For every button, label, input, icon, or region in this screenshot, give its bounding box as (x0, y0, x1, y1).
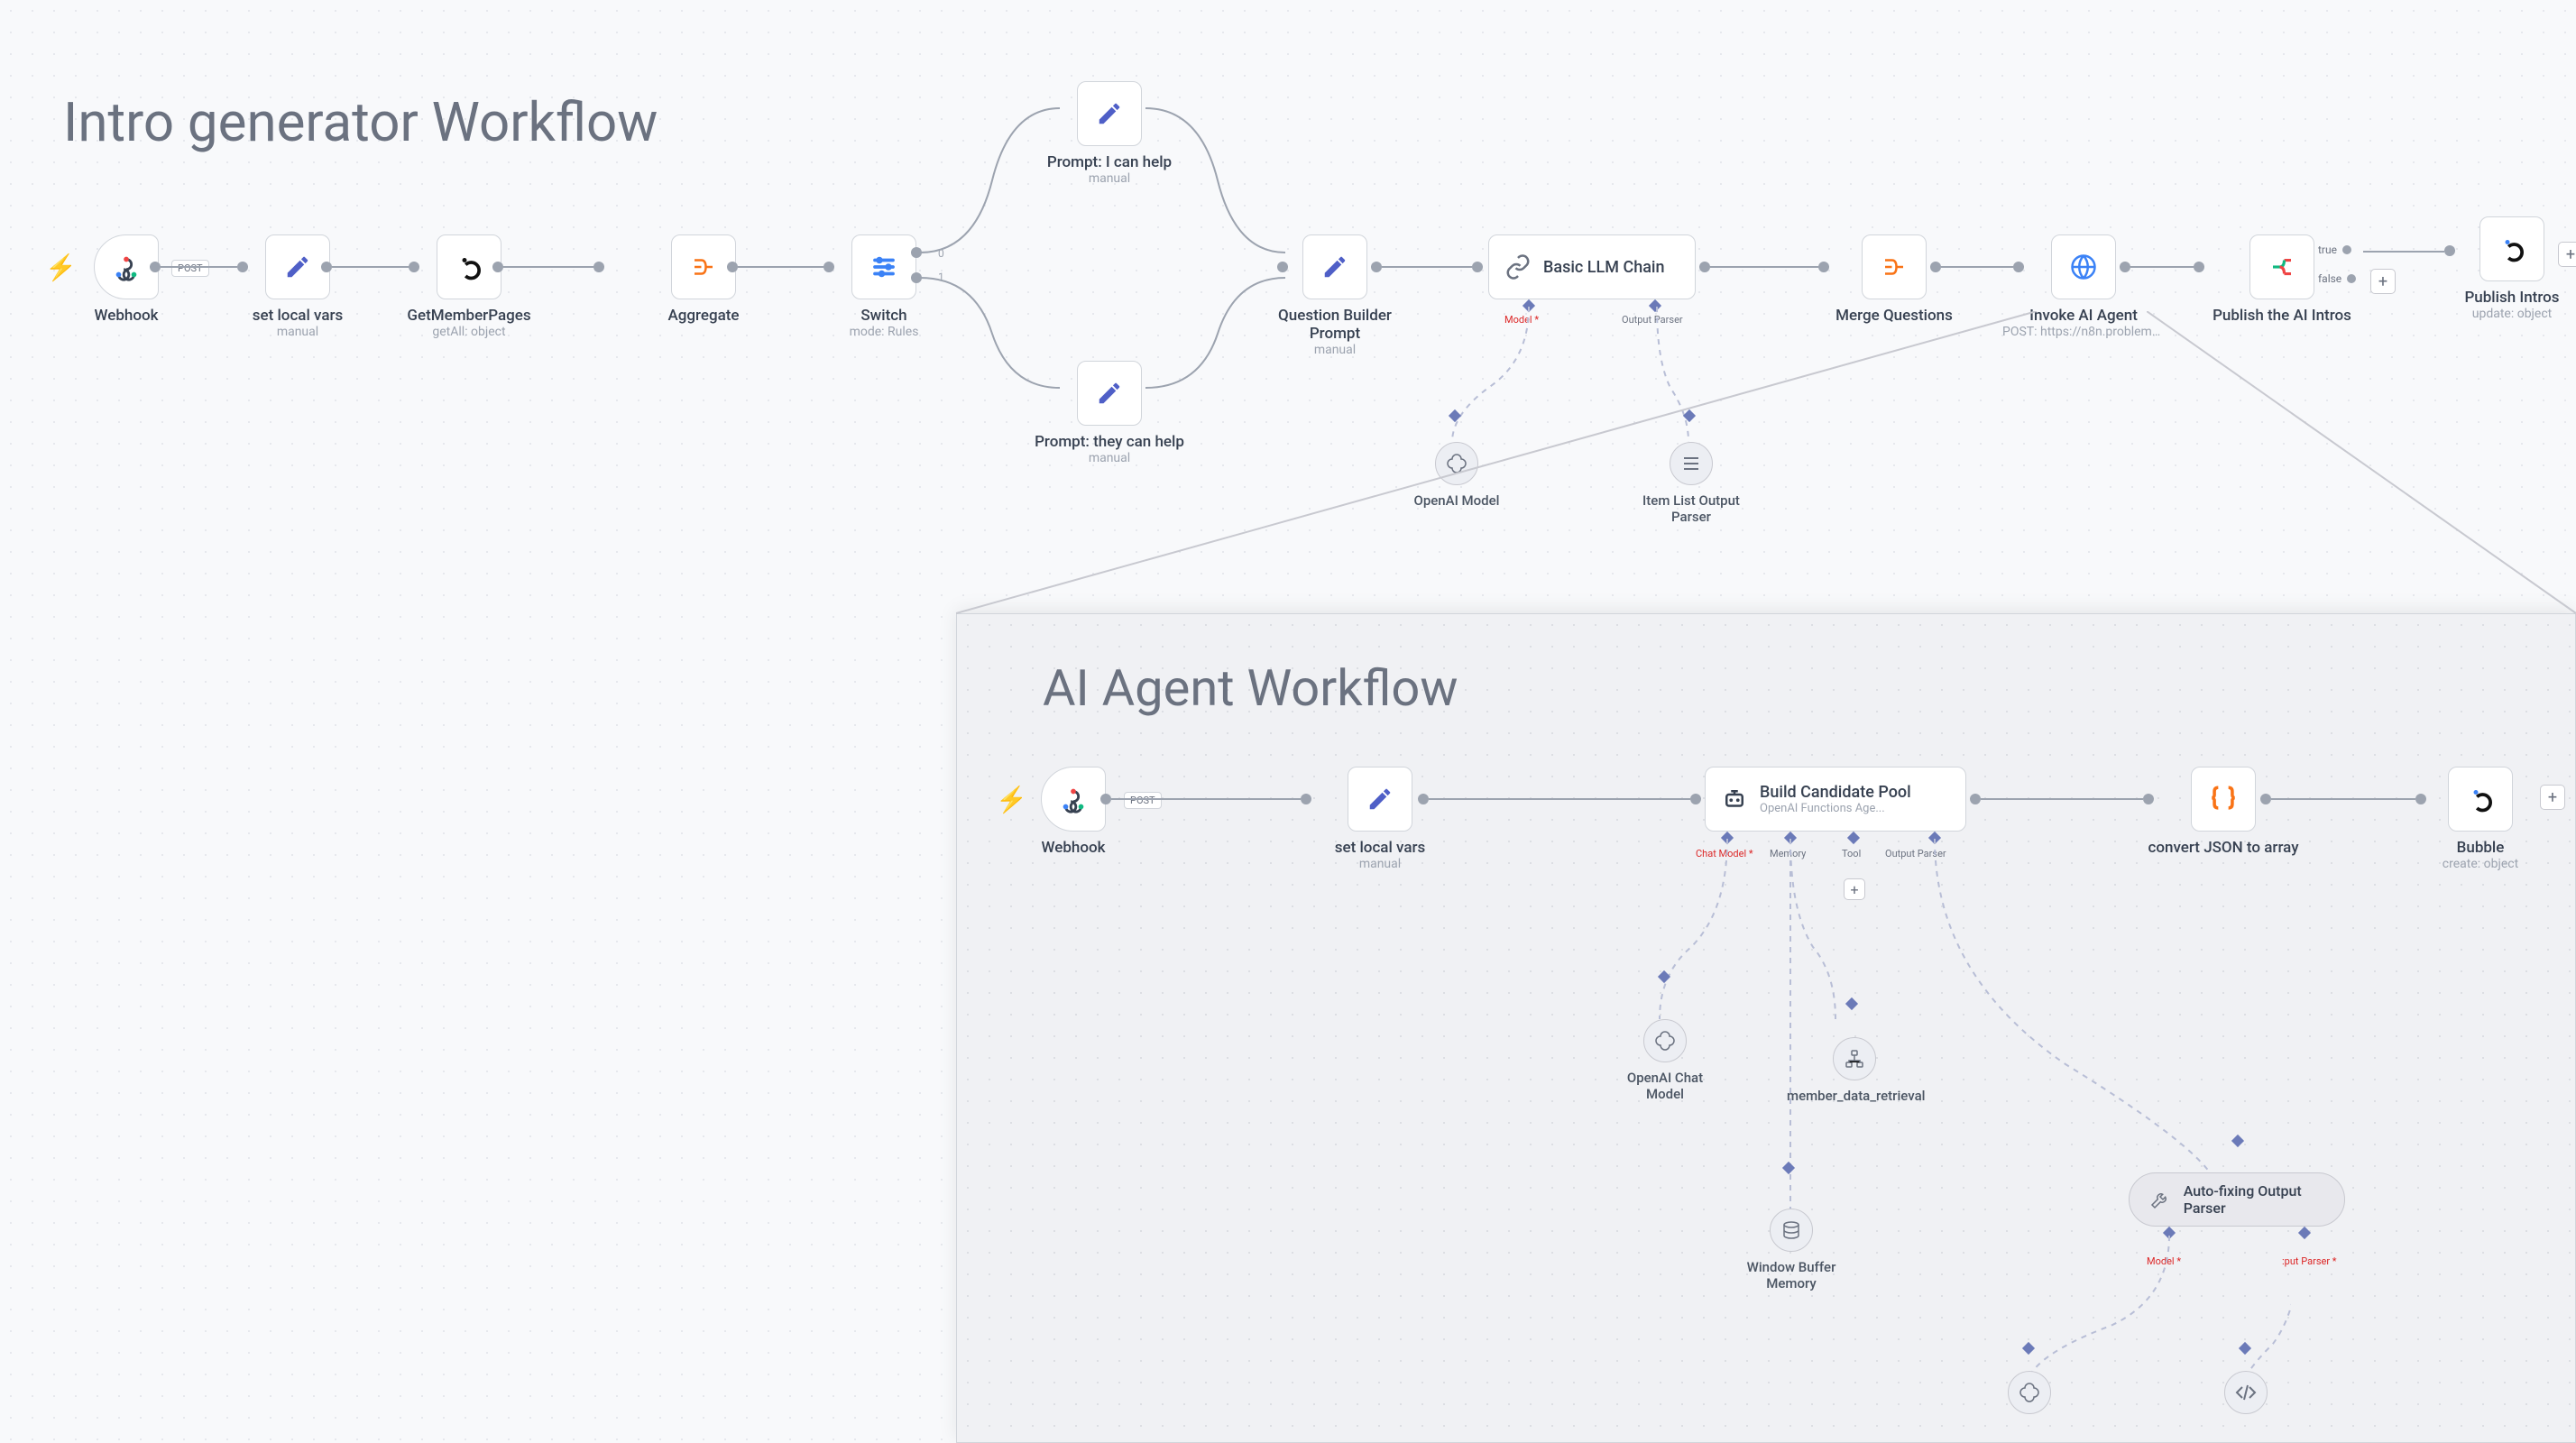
add-connection-button-end[interactable]: + (2558, 242, 2576, 267)
globe-icon (2067, 251, 2100, 283)
node-set-local-vars[interactable]: set local vars manual (253, 234, 343, 339)
node-publish-intros-bubble[interactable]: Publish Intros update: object (2453, 216, 2571, 321)
switch-icon (868, 251, 900, 283)
node-bubble[interactable]: Bubble create: object (2426, 767, 2535, 871)
code-icon (2230, 1376, 2262, 1409)
aggregate-icon (687, 251, 720, 283)
list-icon (1675, 447, 1707, 480)
add-tool-button[interactable]: + (1844, 878, 1865, 900)
subworkflow-panel (956, 613, 2576, 1443)
workflow-title-2: AI Agent Workflow (1043, 658, 1458, 718)
pencil-icon (1319, 251, 1351, 283)
add-connection-button-2[interactable]: + (2540, 785, 2565, 810)
webhook-icon (1057, 783, 1090, 815)
robot-icon (1718, 783, 1751, 815)
node-webhook[interactable]: Webhook (81, 234, 171, 325)
subnode-openai-model[interactable]: OpenAI Model (1407, 442, 1506, 509)
node-prompt-i-can-help[interactable]: Prompt: I can help manual (1046, 81, 1173, 186)
node-question-builder[interactable]: Question Builder Prompt manual (1263, 234, 1407, 357)
branch-icon (2266, 251, 2298, 283)
chain-icon (1502, 251, 1534, 283)
network-icon (1838, 1043, 1871, 1075)
workflow-canvas: Intro generator Workflow ⚡ Webhook POST … (0, 0, 2576, 1443)
node-set-local-vars-2[interactable]: set local vars manual (1317, 767, 1443, 871)
node-aggregate[interactable]: Aggregate (658, 234, 749, 325)
database-icon (1775, 1214, 1808, 1246)
subnode-member-data-retrieval[interactable]: member_data_retrieval (1782, 1037, 1927, 1104)
bubble-icon (2496, 233, 2528, 265)
node-basic-llm-chain[interactable]: Basic LLM Chain (1488, 234, 1696, 299)
subnode-openai-chat-model[interactable]: OpenAI Chat Model (1611, 1019, 1719, 1102)
node-webhook-2[interactable]: Webhook (1028, 767, 1118, 857)
pencil-icon (281, 251, 314, 283)
node-invoke-ai-agent[interactable]: Invoke AI Agent POST: https://n8n.proble… (2011, 234, 2156, 339)
node-merge-questions[interactable]: Merge Questions (1831, 234, 1957, 325)
webhook-icon (110, 251, 143, 283)
node-build-candidate-pool[interactable]: Build Candidate PoolOpenAI Functions Age… (1705, 767, 1966, 832)
workflow-title-1: Intro generator Workflow (63, 90, 658, 154)
code-braces-icon (2207, 783, 2240, 815)
subnode-item-list-parser[interactable]: Item List Output Parser (1642, 442, 1741, 525)
trigger-bolt-icon: ⚡ (45, 253, 77, 282)
method-badge: POST (171, 260, 209, 277)
add-connection-button[interactable]: + (2370, 269, 2396, 294)
pencil-icon (1093, 97, 1126, 130)
merge-icon (1878, 251, 1910, 283)
subnode-code-parser[interactable] (2210, 1371, 2282, 1414)
bubble-icon (453, 251, 485, 283)
subnode-openai-model-2[interactable] (1993, 1371, 2065, 1414)
openai-icon (1440, 447, 1473, 480)
node-convert-json[interactable]: convert JSON to array (2138, 767, 2309, 857)
openai-icon (2013, 1376, 2046, 1409)
pencil-icon (1093, 377, 1126, 409)
subnode-autofix-parser[interactable]: Auto-fixing Output Parser (2129, 1172, 2345, 1227)
pencil-icon (1364, 783, 1396, 815)
openai-icon (1649, 1025, 1681, 1057)
subnode-window-buffer-memory[interactable]: Window Buffer Memory (1719, 1209, 1863, 1291)
node-prompt-they-can-help[interactable]: Prompt: they can help manual (1019, 361, 1200, 465)
wrench-icon (2146, 1183, 2175, 1216)
trigger-bolt-icon-2: ⚡ (996, 785, 1027, 814)
node-get-member-pages[interactable]: GetMemberPages getAll: object (424, 234, 514, 339)
bubble-icon (2464, 783, 2497, 815)
